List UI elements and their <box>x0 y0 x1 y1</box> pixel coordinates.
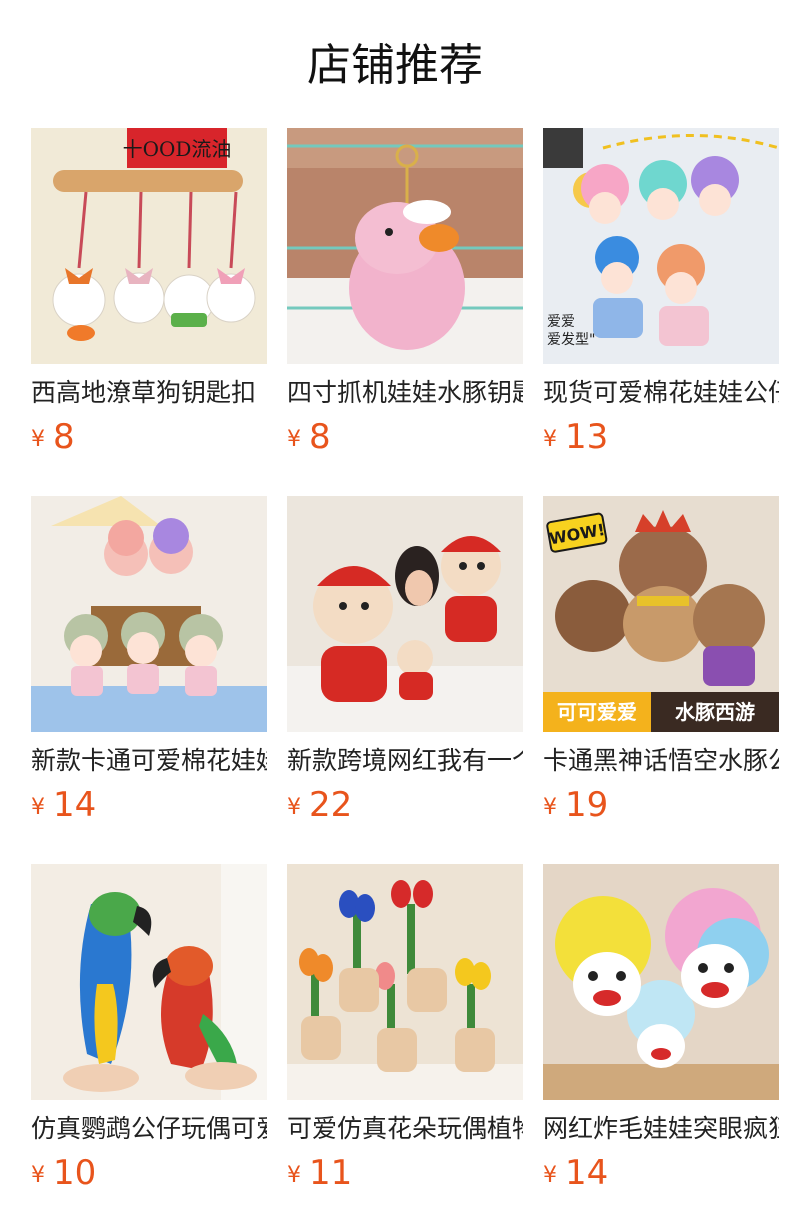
product-price: ¥11 <box>287 1151 352 1195</box>
price-value: 10 <box>53 1153 97 1193</box>
product-name[interactable]: 西高地潦草狗钥匙扣 <box>31 376 267 410</box>
price-value: 8 <box>53 417 75 457</box>
fluffy-dolls-illustration <box>543 864 779 1100</box>
product-image-parrot-plush[interactable] <box>31 864 267 1100</box>
price-value: 8 <box>309 417 331 457</box>
parrot-plush-illustration <box>31 864 267 1100</box>
product-image-wukong-capybara[interactable]: WOW! 可可爱爱 水豚西游 <box>543 496 779 732</box>
currency-symbol: ¥ <box>287 1163 301 1188</box>
product-image-dog-keychains[interactable]: 十OOD流油 <box>31 128 267 364</box>
christmas-elf-illustration <box>287 496 523 732</box>
currency-symbol: ¥ <box>287 795 301 820</box>
product-price: ¥19 <box>543 783 608 827</box>
currency-symbol: ¥ <box>287 427 301 452</box>
currency-symbol: ¥ <box>31 1163 45 1188</box>
currency-symbol: ¥ <box>31 795 45 820</box>
price-value: 14 <box>565 1153 609 1193</box>
product-name[interactable]: 仿真鹦鹉公仔玩偶可爱 <box>31 1112 267 1146</box>
price-value: 22 <box>309 785 353 825</box>
product-name[interactable]: 可爱仿真花朵玩偶植物 <box>287 1112 523 1146</box>
flower-plush-illustration <box>287 864 523 1100</box>
capybara-keychain-illustration <box>287 128 523 364</box>
currency-symbol: ¥ <box>543 1163 557 1188</box>
currency-symbol: ¥ <box>31 427 45 452</box>
product-image-fluffy-hair-dolls[interactable] <box>543 864 779 1100</box>
product-name[interactable]: 现货可爱棉花娃娃公仔 <box>543 376 779 410</box>
tag-right: 水豚西游 <box>675 700 755 724</box>
product-price: ¥8 <box>31 415 75 459</box>
tag-left: 可可爱爱 <box>557 700 637 724</box>
product-image-capybara-keychain[interactable] <box>287 128 523 364</box>
price-value: 11 <box>309 1153 353 1193</box>
product-name[interactable]: 新款跨境网红我有一个 <box>287 744 523 778</box>
currency-symbol: ¥ <box>543 795 557 820</box>
product-image-cartoon-cotton-dolls[interactable] <box>31 496 267 732</box>
product-image-cotton-dolls[interactable]: 爱爱 爱发型" <box>543 128 779 364</box>
section-title: 店铺推荐 <box>307 40 483 91</box>
product-name[interactable]: 四寸抓机娃娃水豚钥匙 <box>287 376 523 410</box>
product-price: ¥14 <box>543 1151 608 1195</box>
product-image-christmas-elf-plush[interactable] <box>287 496 523 732</box>
product-price: ¥22 <box>287 783 352 827</box>
banner-text: 十OOD流油 <box>123 137 232 161</box>
product-image-flower-plush[interactable] <box>287 864 523 1100</box>
cartoon-dolls-illustration <box>31 496 267 732</box>
price-value: 13 <box>565 417 609 457</box>
product-name[interactable]: 新款卡通可爱棉花娃娃 <box>31 744 267 778</box>
price-value: 14 <box>53 785 97 825</box>
product-name[interactable]: 网红炸毛娃娃突眼疯狂 <box>543 1112 779 1146</box>
product-price: ¥14 <box>31 783 96 827</box>
currency-symbol: ¥ <box>543 427 557 452</box>
price-value: 19 <box>565 785 609 825</box>
product-price: ¥10 <box>31 1151 96 1195</box>
dog-keychains-illustration: 十OOD流油 <box>31 128 267 364</box>
wukong-capybara-illustration: WOW! 可可爱爱 水豚西游 <box>543 496 779 732</box>
cotton-dolls-illustration: 爱爱 爱发型" <box>543 128 779 364</box>
caption-line-1: 爱爱 <box>547 314 575 330</box>
product-name[interactable]: 卡通黑神话悟空水豚公仔 <box>543 744 779 778</box>
caption-line-2: 爱发型" <box>547 332 595 348</box>
product-price: ¥8 <box>287 415 331 459</box>
product-price: ¥13 <box>543 415 608 459</box>
